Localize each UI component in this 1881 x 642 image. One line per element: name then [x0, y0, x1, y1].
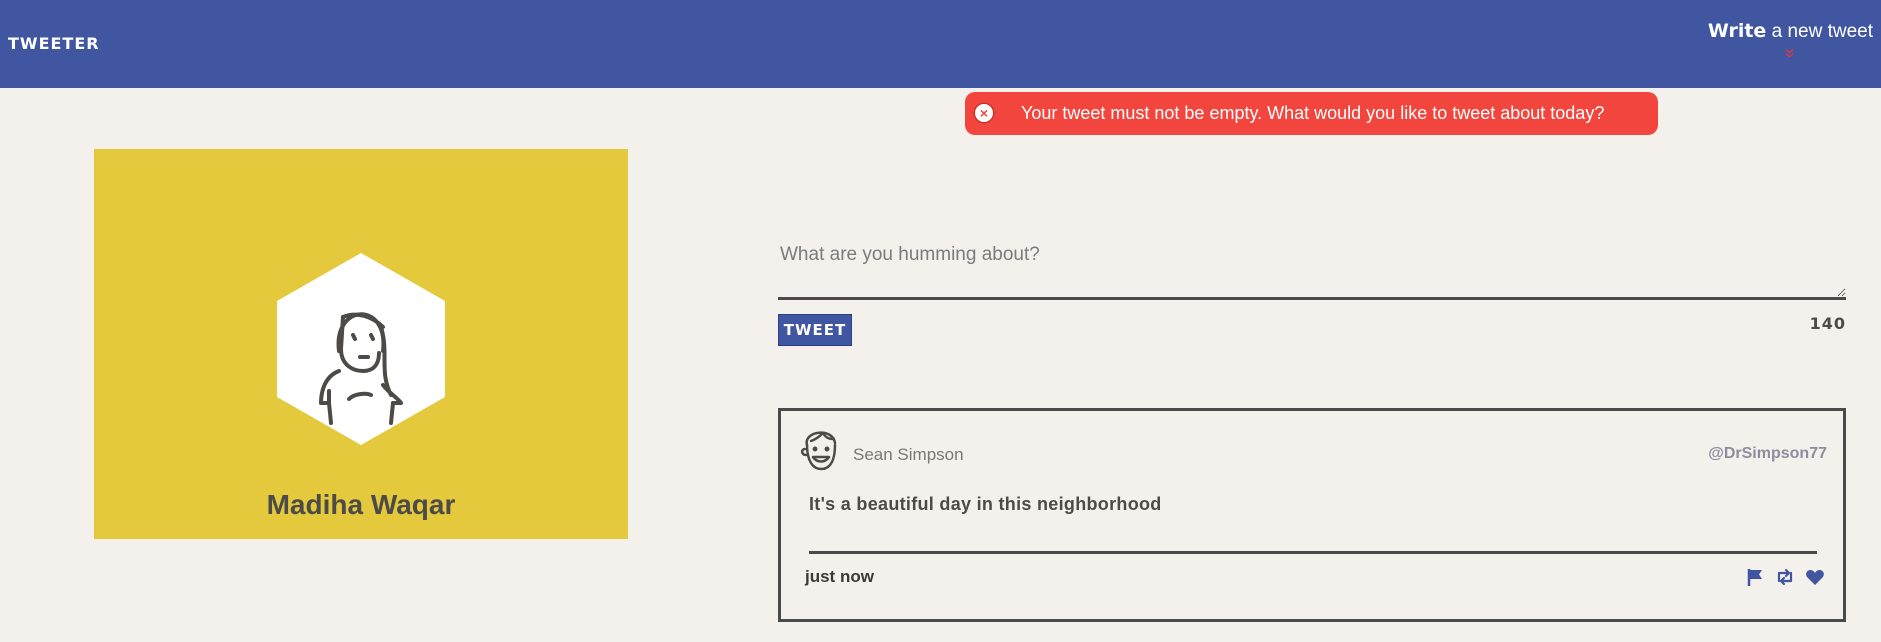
- user-avatar-icon: [319, 312, 403, 425]
- error-close-icon[interactable]: ×: [973, 102, 995, 124]
- tweet-content: It's a beautiful day in this neighborhoo…: [809, 494, 1162, 514]
- compose-toggle-strong: Write: [1707, 20, 1767, 42]
- tweet-textarea[interactable]: [778, 230, 1846, 300]
- flag-icon[interactable]: [1745, 567, 1765, 587]
- error-text: Your tweet must not be empty. What would…: [1021, 103, 1605, 123]
- author-handle: @DrSimpson77: [1708, 445, 1827, 462]
- tweet-timestamp: just now: [805, 567, 874, 586]
- tweet-actions: [1745, 567, 1825, 587]
- tweet-submit-button[interactable]: TWEET: [778, 314, 852, 346]
- double-chevron-down-icon[interactable]: »: [1780, 0, 1800, 136]
- character-counter: 140: [1809, 314, 1846, 333]
- profile-name: Madiha Waqar: [266, 489, 456, 520]
- write-new-tweet-toggle[interactable]: Write a new tweet »: [1708, 20, 1873, 61]
- profile-card: Madiha Waqar: [94, 149, 628, 539]
- heart-icon[interactable]: [1805, 567, 1825, 587]
- tweet-card: Sean Simpson @DrSimpson77 It's a beautif…: [778, 408, 1846, 622]
- author-avatar-icon: [800, 431, 837, 471]
- error-message: × Your tweet must not be empty. What wou…: [965, 92, 1658, 135]
- retweet-icon[interactable]: [1775, 567, 1795, 587]
- avatar-hexagon: [277, 253, 445, 445]
- tweet-divider: [809, 551, 1817, 554]
- brand-logo[interactable]: TWEETER: [8, 34, 100, 53]
- author-name: Sean Simpson: [853, 445, 964, 464]
- top-navbar: TWEETER Write a new tweet »: [0, 0, 1881, 88]
